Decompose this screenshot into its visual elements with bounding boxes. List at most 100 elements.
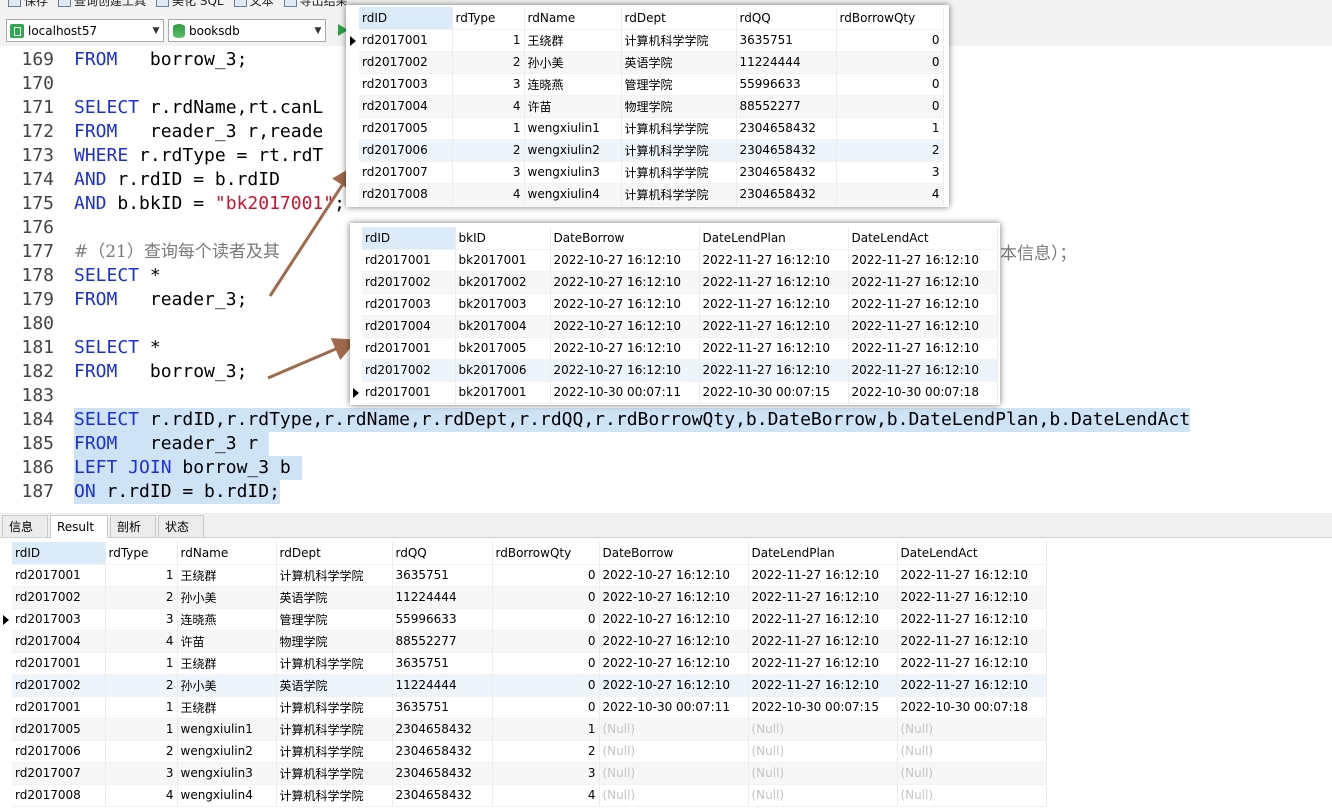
- code-text[interactable]: FROM reader_3 r,reade: [74, 120, 323, 144]
- table-cell[interactable]: 4: [105, 784, 178, 807]
- table-cell[interactable]: 计算机科学学院: [276, 718, 393, 741]
- table-cell[interactable]: 55996633: [736, 73, 837, 96]
- table-cell[interactable]: (Null): [599, 784, 749, 807]
- table-cell[interactable]: rd2017002: [359, 51, 453, 74]
- code-text[interactable]: FROM reader_3;: [74, 288, 247, 312]
- table-cell[interactable]: 2022-10-30 00:07:18: [848, 381, 998, 404]
- table-cell[interactable]: 3: [105, 762, 178, 785]
- table-cell[interactable]: 2304658432: [392, 762, 493, 785]
- table-row[interactable]: rd2017005 1 wengxiulin1 计算机科学学院 2304658432 1: [359, 117, 944, 140]
- table-cell[interactable]: 2022-11-27 16:12:10: [699, 337, 849, 360]
- column-header[interactable]: DateLendPlan: [699, 227, 849, 250]
- table-cell[interactable]: 88552277: [736, 95, 837, 118]
- table-cell[interactable]: 2022-10-27 16:12:10: [550, 249, 700, 272]
- table-cell[interactable]: rd2017007: [359, 161, 453, 184]
- table-cell[interactable]: (Null): [897, 784, 1047, 807]
- table-row[interactable]: rd2017001 1 王绕群 计算机科学学院 3635751 0 2022-10-30 0…: [12, 696, 1047, 719]
- table-cell[interactable]: 3635751: [392, 564, 493, 587]
- table-cell[interactable]: 计算机科学学院: [621, 139, 737, 162]
- table-cell[interactable]: 英语学院: [621, 51, 737, 74]
- table-cell[interactable]: 3: [492, 762, 600, 785]
- column-header[interactable]: rdID: [359, 7, 453, 30]
- table-cell[interactable]: wengxiulin4: [177, 784, 277, 807]
- table-cell[interactable]: (Null): [599, 718, 749, 741]
- table-cell[interactable]: 2022-11-27 16:12:10: [848, 293, 998, 316]
- table-cell[interactable]: 计算机科学学院: [276, 784, 393, 807]
- table-cell[interactable]: (Null): [897, 762, 1047, 785]
- table-cell[interactable]: 2304658432: [736, 161, 837, 184]
- table-cell[interactable]: 计算机科学学院: [621, 161, 737, 184]
- table-cell[interactable]: (Null): [599, 740, 749, 763]
- table-row[interactable]: rd2017003 3 连晓燕 管理学院 55996633 0: [359, 73, 944, 96]
- table-cell[interactable]: bk2017003: [455, 293, 551, 316]
- table-cell[interactable]: 88552277: [392, 630, 493, 653]
- table-row[interactable]: rd2017001 1 王绕群 计算机科学学院 3635751 0: [350, 29, 944, 52]
- table-cell[interactable]: 连晓燕: [177, 608, 277, 631]
- table-row[interactable]: rd2017006 2 wengxiulin2 计算机科学学院 2304658432 2(…: [12, 740, 1047, 763]
- table-cell[interactable]: 管理学院: [621, 73, 737, 96]
- table-cell[interactable]: rd2017004: [362, 315, 456, 338]
- table-cell[interactable]: 计算机科学学院: [276, 564, 393, 587]
- table-cell[interactable]: bk2017001: [455, 381, 551, 404]
- table-cell[interactable]: 连晓燕: [524, 73, 622, 96]
- table-cell[interactable]: wengxiulin3: [524, 161, 622, 184]
- table-cell[interactable]: 2022-11-27 16:12:10: [699, 315, 849, 338]
- table-cell[interactable]: 0: [492, 696, 600, 719]
- table-cell[interactable]: 11224444: [392, 674, 493, 697]
- table-cell[interactable]: (Null): [748, 718, 898, 741]
- table-cell[interactable]: rd2017001: [350, 29, 453, 52]
- table-cell[interactable]: 3635751: [736, 29, 837, 52]
- table-cell[interactable]: 3635751: [392, 652, 493, 675]
- code-text[interactable]: FROM borrow_3;: [74, 48, 247, 72]
- column-header[interactable]: DateBorrow: [599, 542, 749, 565]
- table-cell[interactable]: 3: [452, 161, 525, 184]
- table-cell[interactable]: 计算机科学学院: [621, 29, 737, 52]
- table-cell[interactable]: 2022-11-27 16:12:10: [897, 630, 1047, 653]
- table-cell[interactable]: rd2017001: [12, 696, 106, 719]
- table-cell[interactable]: 4: [492, 784, 600, 807]
- table-cell[interactable]: 1: [105, 564, 178, 587]
- table-cell[interactable]: wengxiulin2: [524, 139, 622, 162]
- table-cell[interactable]: 2022-11-27 16:12:10: [848, 359, 998, 382]
- table-cell[interactable]: 1: [452, 117, 525, 140]
- table-cell[interactable]: 2022-11-27 16:12:10: [848, 337, 998, 360]
- table-cell[interactable]: 2022-11-27 16:12:10: [748, 652, 898, 675]
- table-row[interactable]: rd2017007 3 wengxiulin3 计算机科学学院 2304658432 3: [359, 161, 944, 184]
- column-header[interactable]: rdType: [452, 7, 525, 30]
- table-cell[interactable]: 2022-11-27 16:12:10: [897, 608, 1047, 631]
- table-row[interactable]: rd2017004 4 许苗 物理学院 88552277 0 2022-10-27 16:1…: [12, 630, 1047, 653]
- table-cell[interactable]: 0: [836, 51, 944, 74]
- code-text[interactable]: SELECT r.rdID,r.rdType,r.rdName,r.rdDept…: [74, 408, 1191, 432]
- column-header[interactable]: DateBorrow: [550, 227, 700, 250]
- table-cell[interactable]: 2022-10-30 00:07:11: [550, 381, 700, 404]
- column-header[interactable]: DateLendPlan: [748, 542, 898, 565]
- table-cell[interactable]: rd2017004: [12, 630, 106, 653]
- save-button[interactable]: 保存: [8, 0, 48, 8]
- table-cell[interactable]: rd2017002: [362, 359, 456, 382]
- table-row[interactable]: rd2017006 2 wengxiulin2 计算机科学学院 2304658432 2: [359, 139, 944, 162]
- table-cell[interactable]: bk2017001: [455, 249, 551, 272]
- table-cell[interactable]: 2: [105, 740, 178, 763]
- table-row[interactable]: rd2017002 2 孙小美 英语学院 11224444 0 2022-10-27 16:…: [12, 674, 1047, 697]
- table-row[interactable]: rd2017002 bk2017002 2022-10-27 16:12:10 202…: [362, 271, 998, 294]
- table-cell[interactable]: 2022-11-27 16:12:10: [897, 586, 1047, 609]
- table-cell[interactable]: 孙小美: [524, 51, 622, 74]
- table-cell[interactable]: 4: [452, 183, 525, 206]
- table-cell[interactable]: 计算机科学学院: [621, 117, 737, 140]
- table-cell[interactable]: 计算机科学学院: [621, 183, 737, 206]
- table-cell[interactable]: (Null): [748, 740, 898, 763]
- table-cell[interactable]: rd2017003: [3, 608, 106, 631]
- table-cell[interactable]: 2022-10-27 16:12:10: [550, 359, 700, 382]
- table-cell[interactable]: 2022-10-30 00:07:18: [897, 696, 1047, 719]
- table-cell[interactable]: 4: [105, 630, 178, 653]
- table-cell[interactable]: 0: [836, 95, 944, 118]
- table-cell[interactable]: 2022-11-27 16:12:10: [897, 674, 1047, 697]
- table-cell[interactable]: rd2017001: [12, 564, 106, 587]
- table-cell[interactable]: rd2017001: [362, 337, 456, 360]
- table-cell[interactable]: 计算机科学学院: [276, 696, 393, 719]
- table-cell[interactable]: rd2017003: [362, 293, 456, 316]
- table-cell[interactable]: 2022-10-27 16:12:10: [599, 674, 749, 697]
- beautify-sql-button[interactable]: 美化 SQL: [156, 0, 224, 8]
- table-cell[interactable]: 1: [836, 117, 944, 140]
- table-cell[interactable]: rd2017004: [359, 95, 453, 118]
